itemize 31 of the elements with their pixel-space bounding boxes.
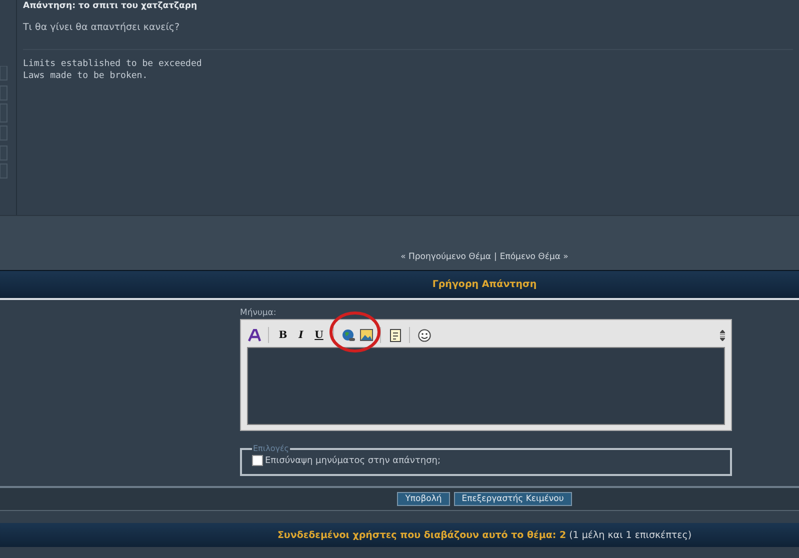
quote-checkbox[interactable]: [252, 455, 263, 466]
previous-topic-link[interactable]: « Προηγούμενο Θέμα: [400, 252, 491, 262]
smiley-button[interactable]: [417, 328, 431, 342]
form-button[interactable]: Υποβολή: [397, 492, 450, 506]
highlight-circle-drawing: [329, 311, 381, 353]
message-label: Μήνυμα:: [240, 308, 278, 318]
signature-line: Limits established to be exceeded: [23, 58, 203, 70]
font-color-button[interactable]: [247, 328, 261, 342]
picture-icon: [360, 329, 372, 341]
format-button[interactable]: B: [276, 328, 290, 342]
globe-icon: [342, 328, 354, 342]
next-topic-link[interactable]: Επόμενο Θέμα »: [500, 252, 568, 262]
checkbox-label: Επισύναψη μηνύματος στην απάντηση;: [265, 456, 441, 466]
signature-line: Laws made to be broken.: [23, 70, 149, 82]
format-button[interactable]: I: [294, 328, 308, 342]
post-title: Απάντηση: το σπιτι του χατζατζαρη: [23, 0, 198, 11]
form-button[interactable]: Επεξεργαστής Κειμένου: [454, 492, 572, 506]
online-users-text: Συνδεδεμένοι χρήστες που διαβάζουν αυτό το θέμα: 2 (1 μέλη και 1 επισκέπτες): [277, 530, 692, 540]
options-legend: Επιλογές: [252, 444, 290, 453]
resize-icon: [720, 330, 725, 340]
message-field[interactable]: [247, 347, 725, 425]
quote-button[interactable]: [388, 328, 402, 342]
format-button[interactable]: U: [312, 328, 326, 342]
image-button[interactable]: [359, 328, 373, 342]
link-button[interactable]: [341, 328, 355, 342]
post-text: Τι θα γίνει θα απαντήσει κανείς?: [23, 22, 793, 50]
separator-text: |: [494, 252, 497, 262]
font-color-icon: [248, 328, 260, 342]
document-icon: [390, 328, 400, 342]
smiley-icon: [418, 328, 430, 342]
section-header: Γρήγορη Απάντηση: [0, 270, 799, 298]
